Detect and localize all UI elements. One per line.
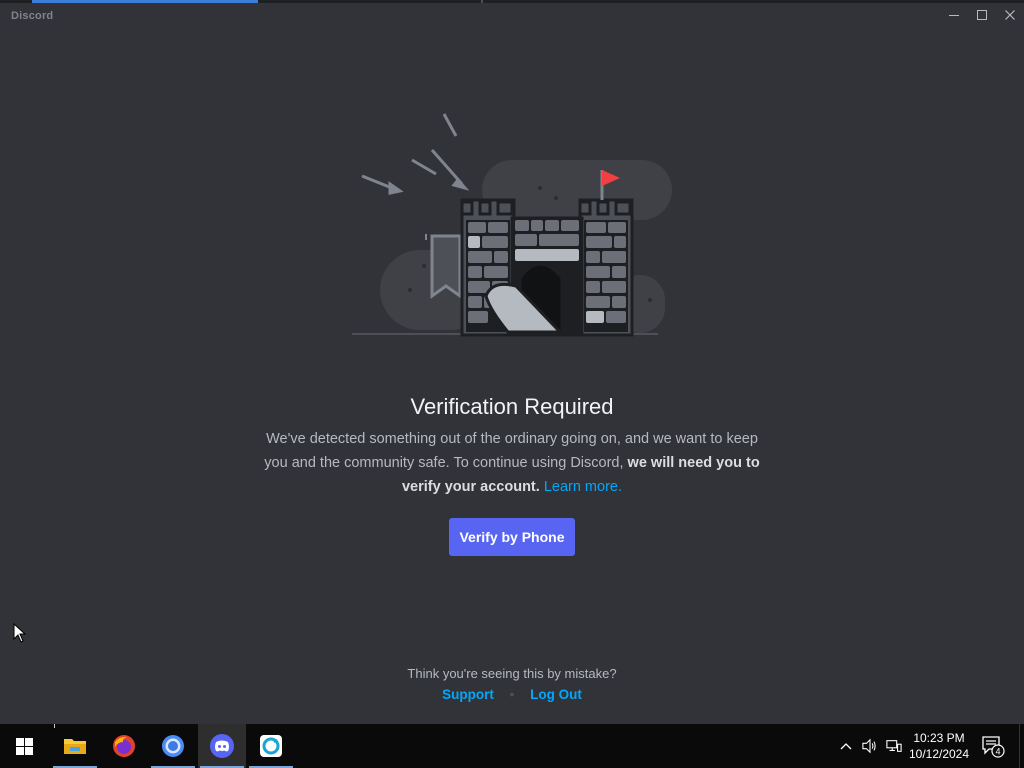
minimize-button[interactable]: [940, 3, 968, 27]
title-bar[interactable]: Discord: [0, 3, 1024, 29]
link-separator: •: [509, 687, 515, 702]
show-hidden-icons-button[interactable]: [838, 738, 854, 754]
castle-illustration: [352, 113, 672, 337]
folder-icon: [64, 739, 86, 754]
network-button[interactable]: [886, 738, 902, 754]
windows-logo-icon: [15, 737, 33, 755]
chevron-up-icon: [840, 743, 852, 750]
taskbar-sync-app[interactable]: [247, 724, 295, 768]
discord-window: Discord Verification Required We've dete…: [0, 0, 1024, 724]
mistake-question: Think you're seeing this by mistake?: [407, 666, 617, 681]
notification-count: 4: [995, 747, 1000, 757]
start-button[interactable]: [0, 724, 48, 768]
taskbar-file-explorer[interactable]: [51, 724, 99, 768]
log-out-link[interactable]: Log Out: [530, 687, 582, 702]
page-title: Verification Required: [410, 394, 614, 419]
notification-icon: 4: [982, 736, 1005, 758]
verify-by-phone-button[interactable]: Verify by Phone: [449, 518, 575, 556]
show-desktop-button[interactable]: [1019, 724, 1024, 768]
support-link[interactable]: Support: [442, 687, 494, 702]
taskbar-discord[interactable]: [198, 724, 246, 768]
maximize-button[interactable]: [968, 3, 996, 27]
action-center-button[interactable]: 4: [980, 734, 1006, 758]
learn-more-link[interactable]: Learn more.: [544, 479, 622, 495]
close-button[interactable]: [996, 3, 1024, 27]
mouse-cursor-icon: [13, 623, 27, 643]
firefox-icon: [113, 735, 135, 757]
clock-time: 10:23 PM: [913, 731, 965, 745]
taskbar-firefox[interactable]: [100, 724, 148, 768]
taskbar-chrome[interactable]: [149, 724, 197, 768]
volume-button[interactable]: [862, 738, 878, 754]
chrome-icon: [162, 735, 184, 757]
close-icon: [1005, 10, 1015, 20]
volume-icon: [862, 738, 876, 754]
taskbar-clock[interactable]: 10:23 PM 10/12/2024: [904, 730, 974, 762]
clock-date: 10/12/2024: [908, 747, 970, 761]
discord-icon: [210, 734, 234, 758]
verification-description: We've detected something out of the ordi…: [262, 427, 762, 499]
minimize-icon: [949, 15, 959, 16]
network-icon: [886, 740, 902, 752]
maximize-icon: [977, 10, 987, 20]
sync-app-icon: [260, 735, 282, 757]
taskbar: 10:23 PM 10/12/2024 4: [0, 724, 1024, 768]
app-title: Discord: [11, 10, 54, 22]
footer-links: Support • Log Out: [0, 687, 1024, 702]
